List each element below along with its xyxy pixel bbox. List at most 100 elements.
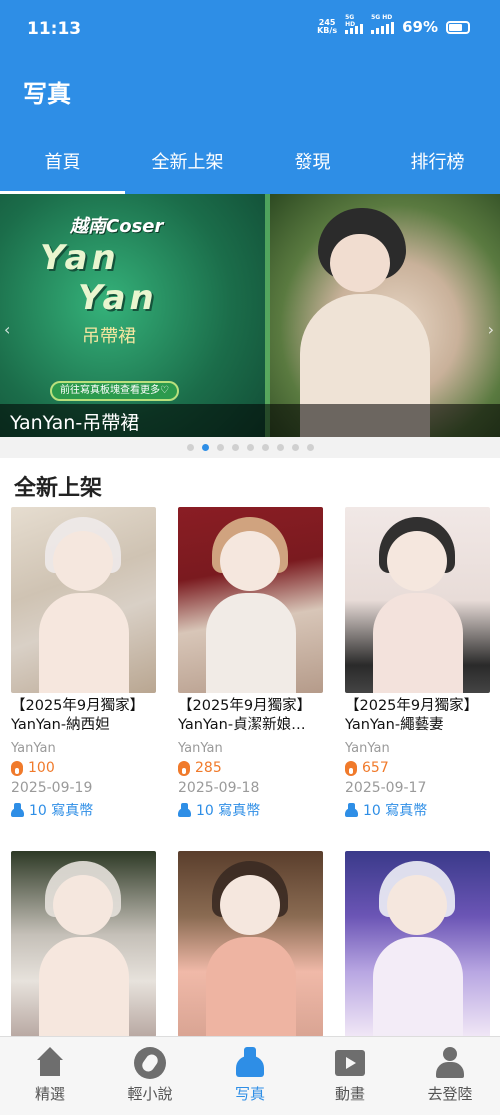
carousel-dot[interactable] <box>306 444 314 451</box>
nav-featured[interactable]: 精選 <box>0 1037 100 1115</box>
thumb-body <box>39 937 129 1037</box>
page-title: 写真 <box>23 80 71 108</box>
tab-ranking[interactable]: 排行榜 <box>375 140 500 194</box>
banner-subtitle: 吊帶裙 <box>82 326 136 347</box>
carousel-indicator <box>0 444 500 456</box>
banner-caption: YanYan-吊帶裙 <box>10 412 140 434</box>
album-heat: 657 <box>345 760 490 776</box>
album-card[interactable] <box>11 851 156 1037</box>
nav-light-novel[interactable]: 輕小說 <box>100 1037 200 1115</box>
status-bar: 11:13 245 KB/s 5G HD 5G HD 69% <box>0 0 500 60</box>
signal-icon-2: 5G HD <box>371 14 395 34</box>
status-right: 245 KB/s 5G HD 5G HD 69% <box>317 14 470 36</box>
nav-photo[interactable]: 写真 <box>200 1037 300 1115</box>
album-price: 10 寫真幣 <box>11 800 156 820</box>
album-card[interactable]: 【2025年9月獨家】YanYan-貞潔新娘… YanYan 285 2025-… <box>178 507 323 820</box>
album-price: 10 寫真幣 <box>178 800 323 820</box>
album-price: 10 寫真幣 <box>345 800 490 820</box>
signal-icon-1: 5G HD <box>345 14 364 34</box>
status-time: 11:13 <box>27 19 82 39</box>
flame-icon <box>178 760 190 776</box>
nav-photo-label: 写真 <box>234 1085 265 1103</box>
thumb-face <box>53 875 113 935</box>
carousel-dot[interactable] <box>276 444 284 451</box>
tab-bar: 首頁 全新上架 發現 排行榜 <box>0 140 500 194</box>
album-card[interactable]: 【2025年9月獨家】YanYan-納西妲 YanYan 100 2025-09… <box>11 507 156 820</box>
banner-carousel[interactable]: 越南Coser Yan Yan 吊帶裙 前往寫真板塊查看更多♡ ‹ › YanY… <box>0 194 500 437</box>
top-header: 11:13 245 KB/s 5G HD 5G HD 69% 写真 首頁 全新上… <box>0 0 500 194</box>
nav-featured-label: 精選 <box>34 1085 65 1103</box>
battery-percent: 69% <box>402 18 438 36</box>
carousel-dot[interactable] <box>246 444 254 451</box>
album-heat-value: 285 <box>195 760 222 776</box>
album-title[interactable]: 【2025年9月獨家】YanYan-貞潔新娘… <box>178 697 323 735</box>
section-title: 全新上架 <box>14 476 103 501</box>
album-title[interactable]: 【2025年9月獨家】YanYan-繩藝妻 <box>345 697 490 735</box>
thumb-body <box>206 937 296 1037</box>
nav-login-label: 去登陸 <box>427 1085 473 1103</box>
banner-prev-arrow-icon[interactable]: ‹ <box>4 320 10 339</box>
album-card[interactable]: 【2025年9月獨家】YanYan-繩藝妻 YanYan 657 2025-09… <box>345 507 490 820</box>
carousel-dot[interactable] <box>291 444 299 451</box>
app-root: 11:13 245 KB/s 5G HD 5G HD 69% 写真 首頁 全新上… <box>0 0 500 1115</box>
album-date: 2025-09-19 <box>11 780 93 796</box>
album-thumbnail[interactable] <box>178 851 323 1037</box>
carousel-dot-active[interactable] <box>201 444 209 451</box>
thumb-face <box>387 875 447 935</box>
tab-new-arrivals[interactable]: 全新上架 <box>125 140 250 194</box>
album-thumbnail[interactable] <box>178 507 323 693</box>
album-price-value: 10 寫真幣 <box>363 803 428 819</box>
tab-home[interactable]: 首頁 <box>0 140 125 194</box>
album-title[interactable]: 【2025年9月獨家】YanYan-納西妲 <box>11 697 156 735</box>
thumb-body <box>39 593 129 693</box>
carousel-dot[interactable] <box>186 444 194 451</box>
flame-icon <box>11 760 23 776</box>
thumb-body <box>373 593 463 693</box>
album-card[interactable] <box>178 851 323 1037</box>
album-date: 2025-09-17 <box>345 780 427 796</box>
album-heat: 100 <box>11 760 156 776</box>
new-arrivals-section: 全新上架 【2025年9月獨家】YanYan-納西妲 YanYan 100 20… <box>0 458 500 1098</box>
nav-anime[interactable]: 動畫 <box>300 1037 400 1115</box>
network-speed-unit: KB/s <box>317 26 338 35</box>
bottom-navigation: 精選 輕小說 写真 動畫 去登陸 <box>0 1036 500 1115</box>
banner-next-arrow-icon[interactable]: › <box>488 320 494 339</box>
thumb-body <box>373 937 463 1037</box>
thumb-body <box>206 593 296 693</box>
album-thumbnail[interactable] <box>345 851 490 1037</box>
user-icon <box>434 1047 466 1079</box>
thumb-face <box>220 875 280 935</box>
album-date: 2025-09-18 <box>178 780 260 796</box>
album-thumbnail[interactable] <box>11 507 156 693</box>
album-heat: 285 <box>178 760 323 776</box>
signal-1-label: 5G HD <box>345 13 356 28</box>
thumb-face <box>220 531 280 591</box>
thumb-face <box>387 531 447 591</box>
album-author: YanYan <box>178 741 223 756</box>
dress-icon <box>345 803 358 817</box>
tab-discover[interactable]: 發現 <box>250 140 375 194</box>
network-speed: 245 KB/s <box>317 19 337 35</box>
banner-name-line-2: Yan <box>78 278 158 318</box>
dress-icon <box>178 803 191 817</box>
album-author: YanYan <box>345 741 390 756</box>
carousel-dot[interactable] <box>231 444 239 451</box>
album-price-value: 10 寫真幣 <box>196 803 261 819</box>
nav-login[interactable]: 去登陸 <box>400 1037 500 1115</box>
album-author: YanYan <box>11 741 56 756</box>
home-icon <box>34 1047 66 1079</box>
play-icon <box>335 1050 365 1076</box>
carousel-dot[interactable] <box>216 444 224 451</box>
banner-figure-face <box>330 234 390 292</box>
flame-icon <box>345 760 357 776</box>
signal-2-label: 5G HD <box>371 13 393 21</box>
thumb-face <box>53 531 113 591</box>
banner-cta-button[interactable]: 前往寫真板塊查看更多♡ <box>50 381 179 401</box>
album-heat-value: 100 <box>28 760 55 776</box>
nav-light-novel-label: 輕小說 <box>127 1085 173 1103</box>
album-thumbnail[interactable] <box>11 851 156 1037</box>
carousel-dot[interactable] <box>261 444 269 451</box>
album-card[interactable] <box>345 851 490 1037</box>
compass-icon <box>134 1047 166 1079</box>
album-thumbnail[interactable] <box>345 507 490 693</box>
